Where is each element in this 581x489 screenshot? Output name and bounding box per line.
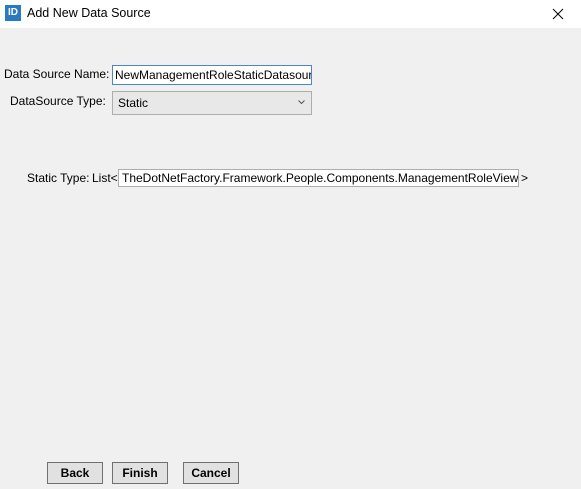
back-button[interactable]: Back — [47, 462, 103, 484]
data-source-type-value: Static — [118, 96, 149, 110]
list-prefix-label: List< — [92, 171, 118, 185]
close-icon — [552, 8, 564, 20]
cancel-button[interactable]: Cancel — [183, 462, 239, 484]
close-button[interactable] — [535, 0, 581, 28]
title-bar: ID Add New Data Source — [0, 0, 581, 28]
static-type-field[interactable]: TheDotNetFactory.Framework.People.Compon… — [118, 169, 519, 187]
window-title: Add New Data Source — [27, 6, 151, 20]
data-source-name-label: Data Source Name: — [4, 67, 110, 81]
static-type-label: Static Type: — [27, 171, 90, 185]
add-data-source-dialog: ID Add New Data Source Data Source Name:… — [0, 0, 581, 489]
app-icon: ID — [5, 5, 21, 21]
data-source-type-select[interactable]: Static — [112, 91, 312, 115]
chevron-down-icon — [298, 100, 305, 105]
list-suffix-label: > — [521, 171, 529, 185]
finish-button[interactable]: Finish — [112, 462, 168, 484]
data-source-type-label: DataSource Type: — [10, 94, 106, 108]
data-source-name-input[interactable]: NewManagementRoleStaticDatasource — [112, 65, 312, 85]
